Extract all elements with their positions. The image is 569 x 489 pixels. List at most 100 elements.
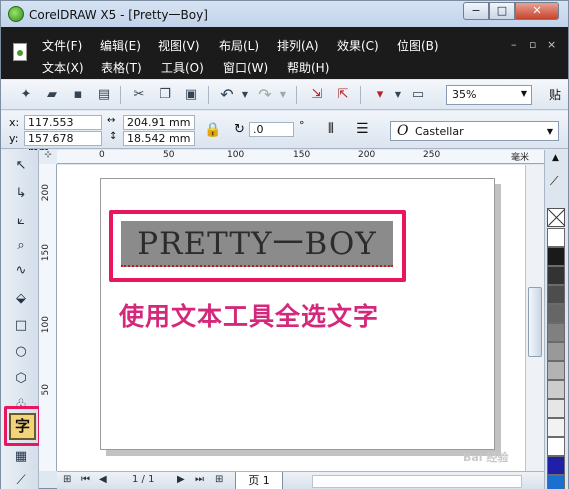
previous-page-icon[interactable]: ◀	[99, 474, 107, 485]
document-restore-button[interactable]: ▫	[529, 38, 536, 51]
lock-ratio-icon[interactable]: 🔒	[204, 122, 221, 138]
redo-icon[interactable]: ↷	[257, 87, 273, 103]
publish-pdf-icon[interactable]: ▾	[372, 87, 388, 103]
ellipse-tool-icon[interactable]: ○	[12, 343, 30, 361]
menu-text[interactable]: 文本(X)	[42, 59, 84, 76]
color-swatch[interactable]	[547, 285, 565, 304]
import-icon[interactable]: ⇲	[309, 87, 325, 103]
height-field[interactable]: 18.542 mm	[123, 131, 195, 146]
first-page-icon[interactable]: ⏮	[81, 474, 90, 485]
redo-dropdown-icon[interactable]: ▼	[275, 87, 291, 103]
x-position-field[interactable]: 117.553 mm	[24, 115, 102, 142]
cut-icon[interactable]: ✂	[131, 87, 147, 103]
menu-arrange[interactable]: 排列(A)	[277, 37, 319, 54]
new-icon[interactable]: ✦	[18, 87, 34, 103]
title-bar: CorelDRAW X5 - [Pretty一Boy] − □ ✕	[1, 1, 568, 27]
horizontal-scrollbar[interactable]	[312, 475, 522, 488]
minimize-button[interactable]: −	[463, 2, 489, 20]
page-count: 1 / 1	[132, 474, 155, 485]
ruler-tick-label: 150	[41, 244, 51, 262]
color-swatch[interactable]	[547, 437, 565, 456]
property-bar: x: 117.553 mm y: 157.678 mm ↔ 204.91 mm …	[1, 111, 568, 158]
print-icon[interactable]: ▤	[96, 87, 112, 103]
shape-tool-icon[interactable]: ↳	[12, 185, 30, 203]
color-swatch[interactable]	[547, 380, 565, 399]
next-page-icon[interactable]: ▶	[177, 474, 185, 485]
menu-help[interactable]: 帮助(H)	[287, 59, 329, 76]
color-swatch[interactable]	[547, 475, 565, 489]
toolbar-separator	[120, 86, 121, 104]
polygon-tool-icon[interactable]: ⬡	[12, 370, 30, 388]
pick-tool-icon[interactable]: ↖	[12, 157, 30, 175]
coreldraw-app-icon[interactable]	[8, 6, 24, 22]
horizontal-ruler[interactable]: 0 50 100 150 200 250 毫米	[57, 150, 544, 164]
undo-dropdown-icon[interactable]: ▼	[237, 87, 253, 103]
add-page-after-icon[interactable]: ⊞	[215, 474, 223, 485]
paste-label[interactable]: 贴	[549, 86, 561, 103]
document-minimize-button[interactable]: –	[511, 38, 517, 51]
menu-tools[interactable]: 工具(O)	[161, 59, 204, 76]
color-swatch[interactable]	[547, 418, 565, 437]
mirror-horizontal-icon[interactable]: ⫴	[328, 121, 334, 137]
color-swatch[interactable]	[547, 399, 565, 418]
color-swatch[interactable]	[547, 456, 565, 475]
rotation-unit: °	[299, 119, 305, 132]
eyedropper-icon[interactable]: ⟋	[550, 174, 558, 189]
y-position-field[interactable]: 157.678 mm	[24, 131, 102, 158]
open-icon[interactable]: ▰	[44, 87, 60, 103]
table-tool-icon[interactable]: ▦	[12, 448, 30, 466]
export-icon[interactable]: ⇱	[335, 87, 351, 103]
dimension-tool-icon[interactable]: ⟋	[12, 472, 30, 489]
no-color-swatch[interactable]	[547, 208, 565, 227]
color-swatch[interactable]	[547, 361, 565, 380]
color-swatch[interactable]	[547, 342, 565, 361]
ruler-tick-label: 250	[423, 150, 441, 160]
maximize-button[interactable]: □	[489, 2, 515, 20]
color-swatch[interactable]	[547, 304, 565, 323]
mirror-vertical-icon[interactable]: ☰	[356, 121, 369, 137]
publish-dropdown-icon[interactable]: ▼	[390, 87, 406, 103]
color-swatch[interactable]	[547, 323, 565, 342]
page-tab[interactable]: 页 1	[235, 472, 283, 489]
vertical-ruler[interactable]: 200 150 100 50	[39, 164, 57, 471]
menu-bitmaps[interactable]: 位图(B)	[397, 37, 439, 54]
width-field[interactable]: 204.91 mm	[123, 115, 195, 130]
color-swatch[interactable]	[547, 266, 565, 285]
add-page-icon[interactable]: ⊞	[63, 474, 71, 485]
vertical-scroll-thumb[interactable]	[528, 287, 542, 357]
last-page-icon[interactable]: ⏭	[195, 474, 204, 485]
menu-view[interactable]: 视图(V)	[158, 37, 200, 54]
menu-window[interactable]: 窗口(W)	[223, 59, 268, 76]
crop-tool-icon[interactable]: ⟀	[12, 212, 30, 230]
smart-fill-tool-icon[interactable]: ⬙	[12, 290, 30, 308]
save-icon[interactable]: ▪	[70, 87, 86, 103]
font-select[interactable]: O Castellar ▼	[390, 121, 559, 141]
paste-icon[interactable]: ▣	[183, 87, 199, 103]
zoom-level-select[interactable]: 35% ▼	[446, 85, 532, 105]
palette-scroll-up-icon[interactable]: ▲	[552, 153, 559, 163]
menu-table[interactable]: 表格(T)	[101, 59, 142, 76]
zoom-tool-icon[interactable]: ⌕	[12, 237, 30, 255]
document-close-button[interactable]: ×	[547, 38, 556, 51]
color-swatch[interactable]	[547, 247, 565, 266]
application-launcher-icon[interactable]: ▭	[410, 87, 426, 103]
toolbar-separator	[360, 86, 361, 104]
undo-icon[interactable]: ↶	[219, 87, 235, 103]
vertical-scrollbar[interactable]	[525, 165, 544, 471]
color-swatch[interactable]	[547, 228, 565, 247]
copy-icon[interactable]: ❐	[157, 87, 173, 103]
menu-effects[interactable]: 效果(C)	[337, 37, 379, 54]
selected-text-highlight-box	[109, 210, 406, 282]
window-title: CorelDRAW X5 - [Pretty一Boy]	[29, 8, 208, 22]
menu-layout[interactable]: 布局(L)	[219, 37, 259, 54]
font-name: Castellar	[415, 125, 464, 138]
document-icon[interactable]	[13, 43, 27, 61]
menu-bar: 文件(F) 编辑(E) 视图(V) 布局(L) 排列(A) 效果(C) 位图(B…	[1, 27, 568, 79]
close-button[interactable]: ✕	[515, 2, 559, 20]
menu-edit[interactable]: 编辑(E)	[100, 37, 141, 54]
menu-file[interactable]: 文件(F)	[42, 37, 82, 54]
rectangle-tool-icon[interactable]: □	[12, 317, 30, 335]
freehand-tool-icon[interactable]: ∿	[12, 262, 30, 280]
rotation-field[interactable]: .0	[249, 122, 294, 137]
ruler-origin[interactable]: ⊹	[39, 150, 57, 164]
